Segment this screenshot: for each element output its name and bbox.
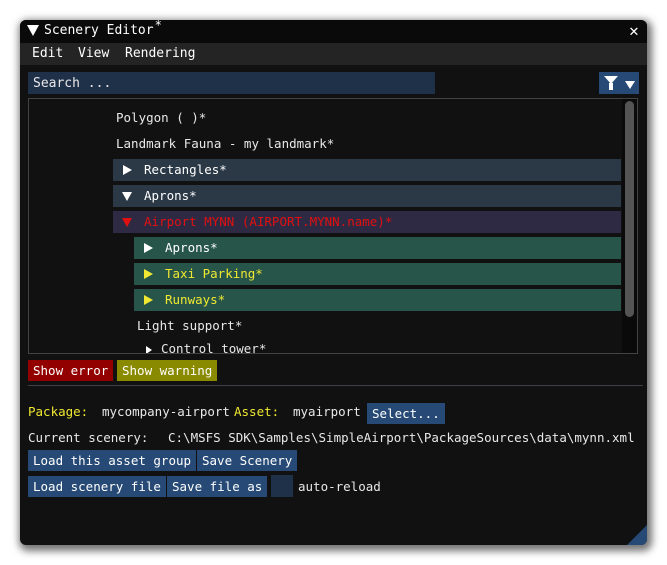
tree-item-label: Aprons* — [165, 240, 218, 255]
select-asset-button[interactable]: Select... — [367, 403, 445, 424]
tree-item-label: Airport MYNN (AIRPORT.MYNN.name)* — [144, 214, 393, 229]
collapse-arrow-icon[interactable] — [122, 218, 132, 227]
tree-node-aprons[interactable]: Aprons* — [113, 185, 621, 207]
tree-item-label: Control tower* — [161, 341, 267, 354]
window-title-text: Scenery Editor — [44, 23, 154, 38]
expand-arrow-icon[interactable] — [146, 346, 152, 353]
load-scenery-file-button[interactable]: Load scenery file — [28, 476, 166, 497]
menu-rendering[interactable]: Rendering — [125, 46, 195, 61]
collapse-arrow-icon[interactable] — [122, 192, 132, 201]
package-value: mycompany-airport — [102, 404, 230, 419]
scrollbar-thumb[interactable] — [625, 101, 634, 317]
tree-item-label: Aprons* — [144, 188, 197, 203]
caret-down-icon — [625, 81, 635, 89]
filter-button[interactable] — [599, 72, 639, 94]
menu-edit[interactable]: Edit — [32, 46, 63, 61]
divider — [28, 385, 643, 386]
title-bar[interactable]: Scenery Editor* ✕ — [20, 20, 647, 43]
tree-node-airport-selected[interactable]: Airport MYNN (AIRPORT.MYNN.name)* — [113, 211, 621, 233]
tree-node-rectangles[interactable]: Rectangles* — [113, 159, 621, 181]
tree-node-taxi-parking[interactable]: Taxi Parking* — [134, 263, 621, 285]
menu-view[interactable]: View — [78, 46, 109, 61]
window-title: Scenery Editor* — [44, 20, 162, 38]
expand-arrow-icon[interactable] — [144, 269, 153, 279]
resize-grip-icon[interactable] — [627, 525, 647, 545]
load-asset-group-button[interactable]: Load this asset group — [28, 450, 197, 471]
tree-item-label: Rectangles* — [144, 162, 227, 177]
show-error-button[interactable]: Show error — [28, 360, 114, 381]
collapse-icon[interactable] — [27, 25, 39, 36]
auto-reload-label: auto-reload — [298, 479, 381, 494]
save-file-as-button[interactable]: Save file as — [167, 476, 268, 497]
show-warning-button[interactable]: Show warning — [117, 360, 218, 381]
asset-value: myairport — [293, 404, 361, 419]
filter-icon-stem — [609, 83, 613, 90]
expand-arrow-icon[interactable] — [144, 243, 153, 253]
auto-reload-checkbox[interactable] — [271, 475, 293, 497]
expand-arrow-icon[interactable] — [123, 165, 132, 175]
asset-label: Asset: — [234, 404, 280, 419]
tree-node-runways[interactable]: Runways* — [134, 289, 621, 311]
save-scenery-button[interactable]: Save Scenery — [197, 450, 298, 471]
tree-item-label: Taxi Parking* — [165, 266, 263, 281]
current-scenery-path: C:\MSFS SDK\Samples\SimpleAirport\Packag… — [168, 430, 635, 445]
tree-item-label: Runways* — [165, 292, 226, 307]
menu-bar: Edit View Rendering — [20, 43, 647, 65]
tree-item-label: Light support* — [137, 318, 243, 333]
scenery-tree: Polygon ( )* Landmark Fauna - my landmar… — [28, 98, 638, 354]
package-label: Package: — [28, 404, 89, 419]
expand-arrow-icon[interactable] — [144, 295, 153, 305]
current-scenery-label: Current scenery: — [28, 430, 149, 445]
search-input[interactable] — [28, 72, 435, 94]
modified-marker: * — [154, 20, 162, 32]
scenery-editor-window: Scenery Editor* ✕ Edit View Rendering Po… — [20, 20, 647, 545]
tree-item-label: Landmark Fauna - my landmark* — [116, 136, 335, 151]
close-icon[interactable]: ✕ — [627, 23, 641, 39]
tree-scrollbar[interactable] — [622, 99, 637, 353]
tree-item-label: Polygon ( )* — [116, 110, 207, 125]
tree-node-airport-aprons[interactable]: Aprons* — [134, 237, 621, 259]
